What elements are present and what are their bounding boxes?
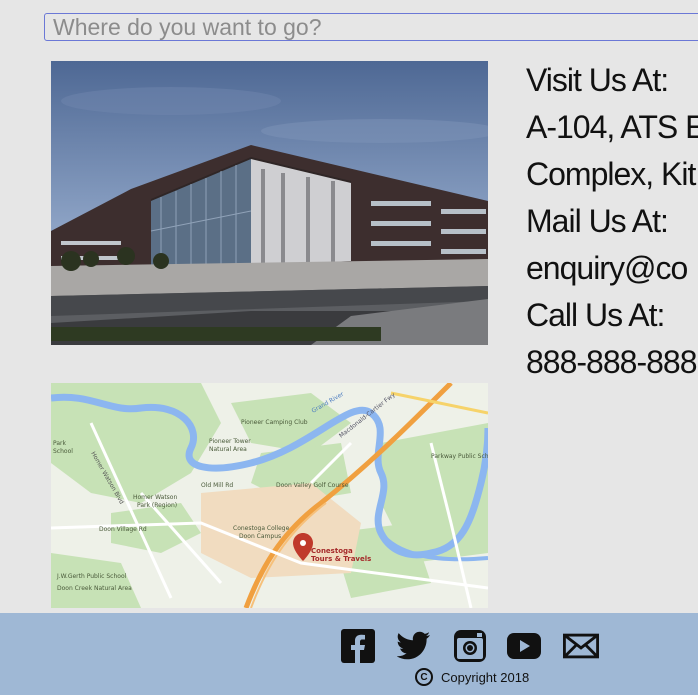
contact-info: Visit Us At: A-104, ATS E Complex, Kit M… (526, 58, 698, 387)
svg-text:Doon Village Rd: Doon Village Rd (99, 526, 147, 533)
email-link[interactable]: enquiry@co (526, 246, 698, 293)
svg-text:Doon Creek Natural Area: Doon Creek Natural Area (57, 585, 132, 592)
svg-text:Doon Campus: Doon Campus (239, 533, 281, 540)
mail-icon[interactable] (563, 628, 599, 664)
svg-text:Conestoga: Conestoga (311, 547, 353, 555)
svg-text:Pioneer Tower: Pioneer Tower (209, 438, 251, 445)
svg-text:Old Mill Rd: Old Mill Rd (201, 482, 233, 489)
youtube-icon[interactable] (506, 628, 542, 664)
twitter-icon[interactable] (396, 628, 432, 664)
visit-heading: Visit Us At: (526, 62, 669, 98)
svg-text:Parkway Public School: Parkway Public School (431, 453, 488, 460)
search-input[interactable] (44, 13, 698, 41)
phone-number[interactable]: 888-888-888 (526, 340, 698, 387)
svg-text:Natural Area: Natural Area (209, 446, 247, 453)
svg-text:Park: Park (53, 440, 66, 447)
address-line-2: Complex, Kit (526, 156, 696, 192)
svg-text:Pioneer Camping Club: Pioneer Camping Club (241, 419, 308, 426)
svg-text:Doon Valley Golf Course: Doon Valley Golf Course (276, 482, 349, 489)
copyright: C Copyright 2018 (415, 668, 529, 686)
facebook-icon[interactable] (340, 628, 376, 664)
copyright-text: Copyright 2018 (441, 669, 530, 685)
svg-text:Tours & Travels: Tours & Travels (311, 555, 371, 563)
svg-text:Conestoga College: Conestoga College (233, 525, 290, 532)
location-map[interactable]: Pioneer Camping Club Pioneer Tower Natur… (51, 383, 488, 608)
svg-text:Homer Watson: Homer Watson (133, 494, 177, 501)
instagram-icon[interactable] (452, 628, 488, 664)
address-line-1: A-104, ATS E (526, 109, 698, 145)
building-photo (51, 61, 488, 345)
copyright-icon: C (415, 668, 433, 686)
footer: C Copyright 2018 (0, 613, 698, 695)
svg-text:School: School (53, 448, 73, 455)
svg-text:Park (Region): Park (Region) (137, 502, 177, 509)
call-heading: Call Us At: (526, 297, 665, 333)
svg-text:J.W.Gerth Public School: J.W.Gerth Public School (56, 573, 127, 580)
mail-heading: Mail Us At: (526, 203, 669, 239)
